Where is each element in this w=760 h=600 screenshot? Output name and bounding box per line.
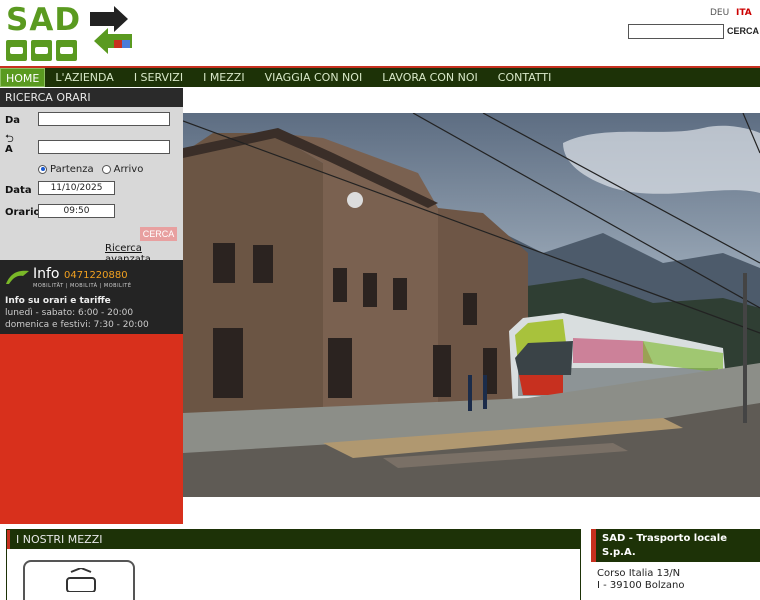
nav-item-viaggia[interactable]: VIAGGIA CON NOI [255, 68, 373, 87]
arrivo-radio[interactable] [101, 164, 111, 174]
da-input[interactable] [38, 112, 170, 126]
logo-vehicle-icons [6, 40, 77, 61]
direction-radio-group: Partenza Arrivo [38, 164, 143, 175]
timetable-search-button[interactable]: CERCA [140, 227, 177, 241]
company-box: SAD - Trasporto locale S.p.A. Corso Ital… [591, 529, 760, 600]
info-word: Info [33, 266, 60, 282]
train-icon [31, 40, 52, 61]
site-search-input[interactable] [628, 24, 724, 39]
bus-icon [6, 40, 27, 61]
nav-item-contatti[interactable]: CONTATTI [488, 68, 562, 87]
partenza-label: Partenza [50, 164, 94, 175]
company-title: SAD - Trasporto locale S.p.A. [591, 529, 760, 562]
company-address-street: Corso Italia 13/N [597, 568, 681, 579]
our-vehicles-title: I NOSTRI MEZZI [7, 530, 580, 549]
partenza-radio[interactable] [38, 164, 47, 174]
nav-item-home[interactable]: HOME [0, 68, 46, 87]
weekday-hours: lunedì - sabato: 6:00 - 20:00 [5, 308, 134, 318]
logo-arrows-icon [90, 6, 132, 54]
orario-label: Orario [5, 207, 41, 218]
time-input[interactable]: 09:50 [38, 204, 115, 218]
tram-icon [66, 568, 96, 592]
nav-item-servizi[interactable]: I SERVIZI [124, 68, 193, 87]
nav-item-lavora[interactable]: LAVORA CON NOI [372, 68, 488, 87]
partenza-option[interactable]: Partenza [38, 164, 94, 175]
a-label: A [5, 144, 13, 155]
main-nav: HOME L'AZIENDA I SERVIZI I MEZZI VIAGGIA… [0, 68, 760, 87]
nav-item-azienda[interactable]: L'AZIENDA [45, 68, 123, 87]
sad-logo[interactable]: SAD [4, 2, 134, 64]
tram-card[interactable] [23, 560, 135, 600]
date-input[interactable]: 11/10/2025 [38, 181, 115, 195]
timetable-search-panel: RICERCA ORARI Da ⮌ A Partenza Arrivo Dat… [0, 88, 183, 265]
nav-item-mezzi[interactable]: I MEZZI [193, 68, 255, 87]
site-search-button[interactable]: CERCA [727, 26, 759, 36]
timetable-search-title: RICERCA ORARI [0, 88, 183, 107]
cablecar-icon [56, 40, 77, 61]
info-subline: MOBILITÄT | MOBILITÀ | MOBILITÉ [33, 283, 132, 289]
data-label: Data [5, 185, 32, 196]
company-address-city: I - 39100 Bolzano [597, 580, 685, 591]
arrivo-label: Arrivo [113, 164, 144, 175]
a-input[interactable] [38, 140, 170, 154]
lang-deu-link[interactable]: DEU [710, 8, 729, 18]
info-title: Info su orari e tariffe [5, 296, 111, 306]
holiday-hours: domenica e festivi: 7:30 - 20:00 [5, 320, 149, 330]
left-column: RICERCA ORARI Da ⮌ A Partenza Arrivo Dat… [0, 88, 183, 524]
info-hotline-box: Info 0471220880 MOBILITÄT | MOBILITÀ | M… [0, 260, 183, 334]
lang-ita-link[interactable]: ITA [736, 8, 752, 18]
our-vehicles-box: I NOSTRI MEZZI [6, 529, 581, 600]
logo-text: SAD [6, 2, 82, 38]
info-logo[interactable]: Info 0471220880 MOBILITÄT | MOBILITÀ | M… [5, 266, 131, 290]
page: SAD DEU ITA CERCA HOME L'AZIENDA I SERVI… [0, 0, 760, 600]
info-phone: 0471220880 [64, 270, 128, 281]
hero-photo-station-train [183, 113, 760, 497]
header: SAD DEU ITA CERCA [0, 0, 760, 68]
da-label: Da [5, 115, 21, 126]
info-swoosh-icon [6, 270, 29, 284]
arrivo-option[interactable]: Arrivo [101, 164, 144, 175]
